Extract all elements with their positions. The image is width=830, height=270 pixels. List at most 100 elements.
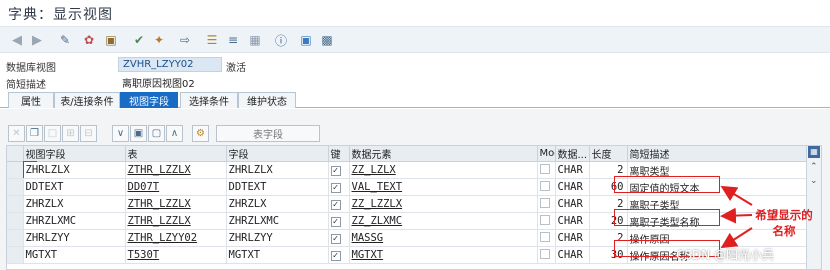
forward-icon[interactable]: ▶ [28, 31, 46, 49]
grid-cell-type[interactable]: CHAR [555, 229, 590, 247]
grid-cell-view-field[interactable]: MGTXT [23, 246, 126, 264]
key-checkbox-cell[interactable]: ✓ [328, 229, 350, 247]
activate-icon[interactable]: ✦ [150, 31, 168, 49]
row-selector[interactable] [7, 195, 24, 213]
row-selector[interactable] [7, 161, 24, 179]
grid-cell-data-element[interactable]: VAL_TEXT [349, 178, 538, 196]
key-checkbox[interactable]: ✓ [330, 234, 341, 244]
collapse-all-icon[interactable]: ∨ [112, 125, 129, 142]
grid-cell-table[interactable]: ZTHR_LZZLX [125, 195, 227, 213]
key-checkbox[interactable]: ✓ [330, 200, 341, 210]
mod-checkbox[interactable] [539, 180, 550, 191]
object-list-icon[interactable]: ≡ [224, 31, 242, 49]
grid-cell-data-element[interactable]: MASSG [349, 229, 538, 247]
check-icon[interactable]: ✔ [130, 31, 148, 49]
mod-checkbox[interactable] [539, 248, 550, 259]
grid-cell-view-field[interactable]: ZHRLZLX [23, 161, 126, 179]
grid-cell-table[interactable]: T530T [125, 246, 227, 264]
tab-maintenance-status[interactable]: 维护状态 [238, 92, 296, 108]
display-change-icon[interactable]: ✎ [56, 31, 74, 49]
grid-cell-table[interactable]: ZTHR_LZYY02 [125, 229, 227, 247]
column-settings-icon[interactable]: ▦ [808, 146, 820, 158]
column-header[interactable]: 表 [125, 146, 227, 162]
column-header[interactable]: 简短描述 [627, 146, 808, 162]
short-desc-field[interactable]: 离职原因视图02 [118, 74, 238, 90]
mod-checkbox[interactable] [539, 163, 550, 174]
grid-cell-field[interactable]: ZHRZLXMC [226, 212, 329, 230]
grid-cell-table[interactable]: ZTHR_LZZLX [125, 161, 227, 179]
grid-cell-data-element[interactable]: ZZ_LZLX [349, 161, 538, 179]
grid-cell-type[interactable]: CHAR [555, 195, 590, 213]
scroll-down-icon[interactable]: ⌄ [810, 176, 818, 186]
grid-cell-view-field[interactable]: DDTEXT [23, 178, 126, 196]
column-header[interactable]: 数据... [555, 146, 590, 162]
display-object-list-icon[interactable]: ▦ [246, 31, 264, 49]
key-checkbox-cell[interactable]: ✓ [328, 178, 350, 196]
grid-cell-field[interactable]: ZHRZLX [226, 195, 329, 213]
scroll-up-icon[interactable]: ⌃ [810, 162, 818, 172]
mod-checkbox-cell[interactable] [537, 212, 556, 230]
grid-cell-table[interactable]: DD07T [125, 178, 227, 196]
column-header[interactable]: 数据元素 [349, 146, 538, 162]
grid-cell-type[interactable]: CHAR [555, 212, 590, 230]
cut-icon[interactable]: ✕ [8, 125, 25, 142]
grid-cell-field[interactable]: DDTEXT [226, 178, 329, 196]
mod-checkbox-cell[interactable] [537, 178, 556, 196]
grid-cell-data-element[interactable]: ZZ_ZLXMC [349, 212, 538, 230]
hierarchy-settings-icon[interactable]: ⚙ [192, 125, 209, 142]
column-header[interactable]: 长度 [589, 146, 628, 162]
expand-all-icon[interactable]: ∧ [166, 125, 183, 142]
mod-checkbox-cell[interactable] [537, 195, 556, 213]
row-selector[interactable] [7, 229, 24, 247]
hierarchy-icon[interactable]: ☰ [203, 31, 221, 49]
column-header[interactable]: 字段 [226, 146, 329, 162]
tab-tables-join[interactable]: 表/连接条件 [54, 92, 120, 108]
grid-cell-view-field[interactable]: ZHRZLXMC [23, 212, 126, 230]
key-checkbox[interactable]: ✓ [330, 183, 341, 193]
grid-cell-type[interactable]: CHAR [555, 178, 590, 196]
copy-icon[interactable]: ❐ [26, 125, 43, 142]
select-all-icon[interactable]: ▣ [130, 125, 147, 142]
key-checkbox-cell[interactable]: ✓ [328, 161, 350, 179]
key-checkbox[interactable]: ✓ [330, 166, 341, 176]
mod-checkbox-cell[interactable] [537, 229, 556, 247]
grid-cell-view-field[interactable]: ZHRZLX [23, 195, 126, 213]
grid-cell-type[interactable]: CHAR [555, 246, 590, 264]
mod-checkbox-cell[interactable] [537, 161, 556, 179]
grid-cell-table[interactable]: ZTHR_LZZLX [125, 212, 227, 230]
mod-checkbox[interactable] [539, 231, 550, 242]
grid-cell-field[interactable]: ZHRLZYY [226, 229, 329, 247]
key-checkbox-cell[interactable]: ✓ [328, 212, 350, 230]
other-object-icon[interactable]: ▣ [102, 31, 120, 49]
tab-view-fields[interactable]: 视图字段 [120, 92, 178, 108]
information-icon[interactable]: ⓘ [272, 31, 290, 49]
mod-checkbox[interactable] [539, 214, 550, 225]
mod-checkbox-cell[interactable] [537, 246, 556, 264]
tab-attributes[interactable]: 属性 [8, 92, 54, 108]
paste-icon[interactable]: □ [44, 125, 61, 142]
row-selector[interactable] [7, 246, 24, 264]
tree-icon[interactable]: ▣ [297, 31, 315, 49]
key-checkbox[interactable]: ✓ [330, 251, 341, 261]
row-selector[interactable] [7, 212, 24, 230]
key-checkbox-cell[interactable]: ✓ [328, 246, 350, 264]
delete-row-icon[interactable]: ⊟ [80, 125, 97, 142]
table-fields-button[interactable]: 表字段 [216, 125, 320, 142]
tab-selection-conditions[interactable]: 选择条件 [180, 92, 238, 108]
grid-cell-data-element[interactable]: MGTXT [349, 246, 538, 264]
key-checkbox[interactable]: ✓ [330, 217, 341, 227]
grid-cell-type[interactable]: CHAR [555, 161, 590, 179]
back-icon[interactable]: ◀ [8, 31, 26, 49]
grid-cell-field[interactable]: ZHRLZLX [226, 161, 329, 179]
active-inactive-icon[interactable]: ✿ [80, 31, 98, 49]
view-name-field[interactable]: ZVHR_LZYY02 [118, 57, 222, 72]
table-view-icon[interactable]: ▩ [318, 31, 336, 49]
grid-cell-data-element[interactable]: ZZ_LZZLX [349, 195, 538, 213]
mod-checkbox[interactable] [539, 197, 550, 208]
where-used-icon[interactable]: ⇨ [176, 31, 194, 49]
insert-row-icon[interactable]: ⊞ [62, 125, 79, 142]
deselect-all-icon[interactable]: ▢ [148, 125, 165, 142]
key-checkbox-cell[interactable]: ✓ [328, 195, 350, 213]
row-selector[interactable] [7, 178, 24, 196]
grid-cell-field[interactable]: MGTXT [226, 246, 329, 264]
